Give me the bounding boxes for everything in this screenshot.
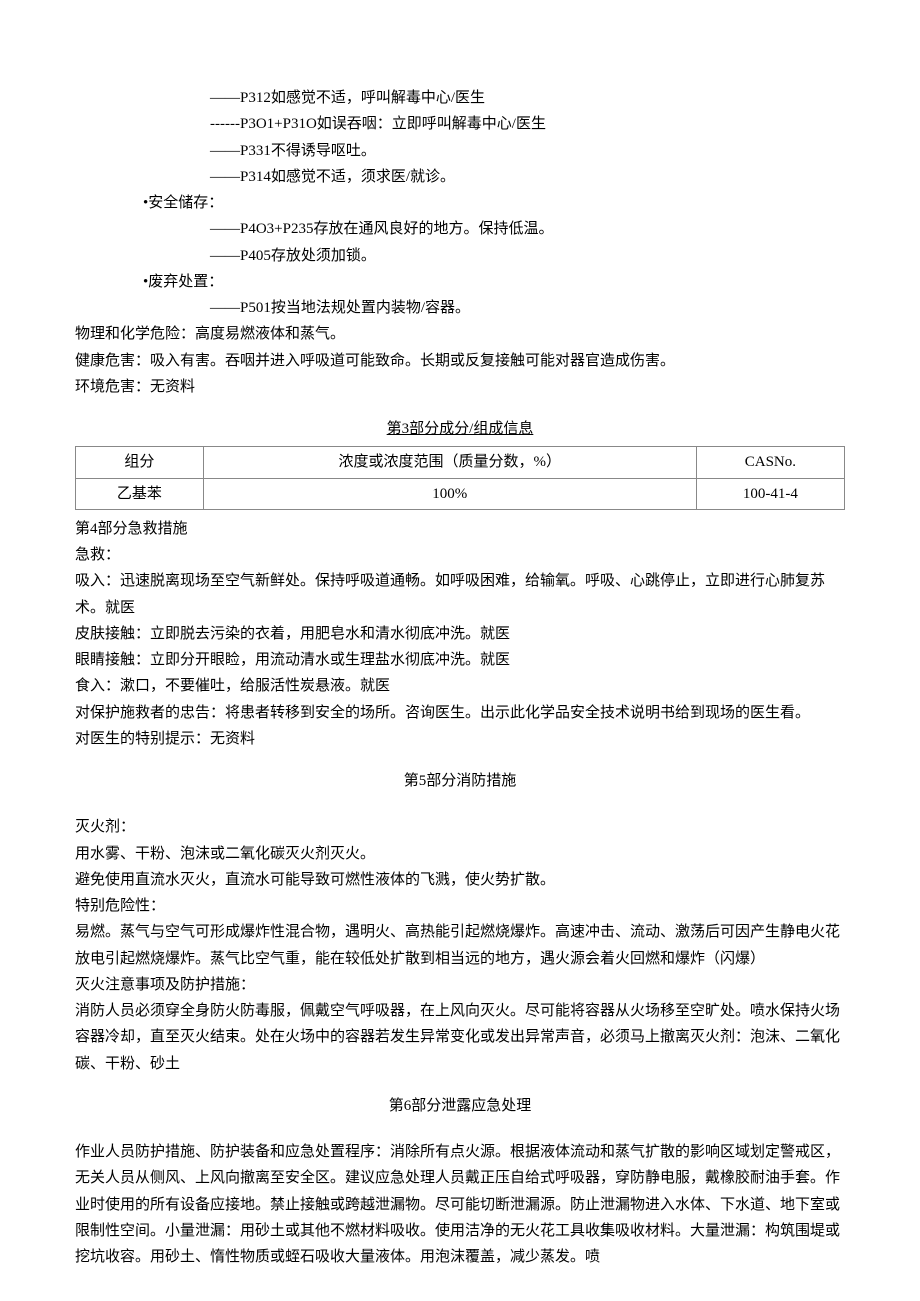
disposal-line: ——P501按当地法规处置内装物/容器。 <box>75 295 845 321</box>
first-aid-line: 对医生的特别提示：无资料 <box>75 726 845 752</box>
fire-line: 灭火注意事项及防护措施： <box>75 972 845 998</box>
fire-line: 用水雾、干粉、泡沫或二氧化碳灭火剂灭火。 <box>75 841 845 867</box>
first-aid-line: 眼睛接触：立即分开眼睑，用流动清水或生理盐水彻底冲洗。就医 <box>75 647 845 673</box>
cell-cas: 100-41-4 <box>696 478 844 509</box>
table-header-row: 组分 浓度或浓度范围（质量分数，%） CASNo. <box>76 447 845 478</box>
health-hazard: 健康危害：吸入有害。吞咽并进入呼吸道可能致命。长期或反复接触可能对器官造成伤害。 <box>75 348 845 374</box>
section-4-heading: 第4部分急救措施 <box>75 516 845 542</box>
fire-line: 避免使用直流水灭火，直流水可能导致可燃性液体的飞溅，使火势扩散。 <box>75 867 845 893</box>
section-3-heading: 第3部分成分/组成信息 <box>75 416 845 442</box>
fire-line: 灭火剂： <box>75 814 845 840</box>
fire-line: 易燃。蒸气与空气可形成爆炸性混合物，遇明火、高热能引起燃烧爆炸。高速冲击、流动、… <box>75 919 845 972</box>
first-aid-line: 食入：漱口，不要催吐，给服活性炭悬液。就医 <box>75 673 845 699</box>
first-aid-line: 皮肤接触：立即脱去污染的衣着，用肥皂水和清水彻底冲洗。就医 <box>75 621 845 647</box>
response-line: ——P331不得诱导呕吐。 <box>75 138 845 164</box>
section-5-heading: 第5部分消防措施 <box>75 768 845 794</box>
storage-label: •安全储存： <box>75 190 845 216</box>
fire-line: 消防人员必须穿全身防火防毒服，佩戴空气呼吸器，在上风向灭火。尽可能将容器从火场移… <box>75 998 845 1077</box>
first-aid-line: 吸入：迅速脱离现场至空气新鲜处。保持呼吸道通畅。如呼吸困难，给输氧。呼吸、心跳停… <box>75 568 845 621</box>
env-hazard: 环境危害：无资料 <box>75 374 845 400</box>
disposal-label: •废弃处置： <box>75 269 845 295</box>
table-row: 乙基苯 100% 100-41-4 <box>76 478 845 509</box>
spill-paragraph: 作业人员防护措施、防护装备和应急处置程序：消除所有点火源。根据液体流动和蒸气扩散… <box>75 1139 845 1270</box>
fire-line: 特别危险性： <box>75 893 845 919</box>
storage-line: ——P4O3+P235存放在通风良好的地方。保持低温。 <box>75 216 845 242</box>
storage-line: ——P405存放处须加锁。 <box>75 243 845 269</box>
response-line: ——P312如感觉不适，呼叫解毒中心/医生 <box>75 85 845 111</box>
response-line: ------P3O1+P31O如误吞咽：立即呼叫解毒中心/医生 <box>75 111 845 137</box>
first-aid-line: 对保护施救者的忠告：将患者转移到安全的场所。咨询医生。出示此化学品安全技术说明书… <box>75 700 845 726</box>
cell-component: 乙基苯 <box>76 478 204 509</box>
response-line: ——P314如感觉不适，须求医/就诊。 <box>75 164 845 190</box>
section-6-heading: 第6部分泄露应急处理 <box>75 1093 845 1119</box>
phys-chem-hazard: 物理和化学危险：高度易燃液体和蒸气。 <box>75 321 845 347</box>
first-aid-line: 急救： <box>75 542 845 568</box>
col-component: 组分 <box>76 447 204 478</box>
col-concentration: 浓度或浓度范围（质量分数，%） <box>203 447 696 478</box>
composition-table: 组分 浓度或浓度范围（质量分数，%） CASNo. 乙基苯 100% 100-4… <box>75 446 845 510</box>
col-cas: CASNo. <box>696 447 844 478</box>
cell-concentration: 100% <box>203 478 696 509</box>
